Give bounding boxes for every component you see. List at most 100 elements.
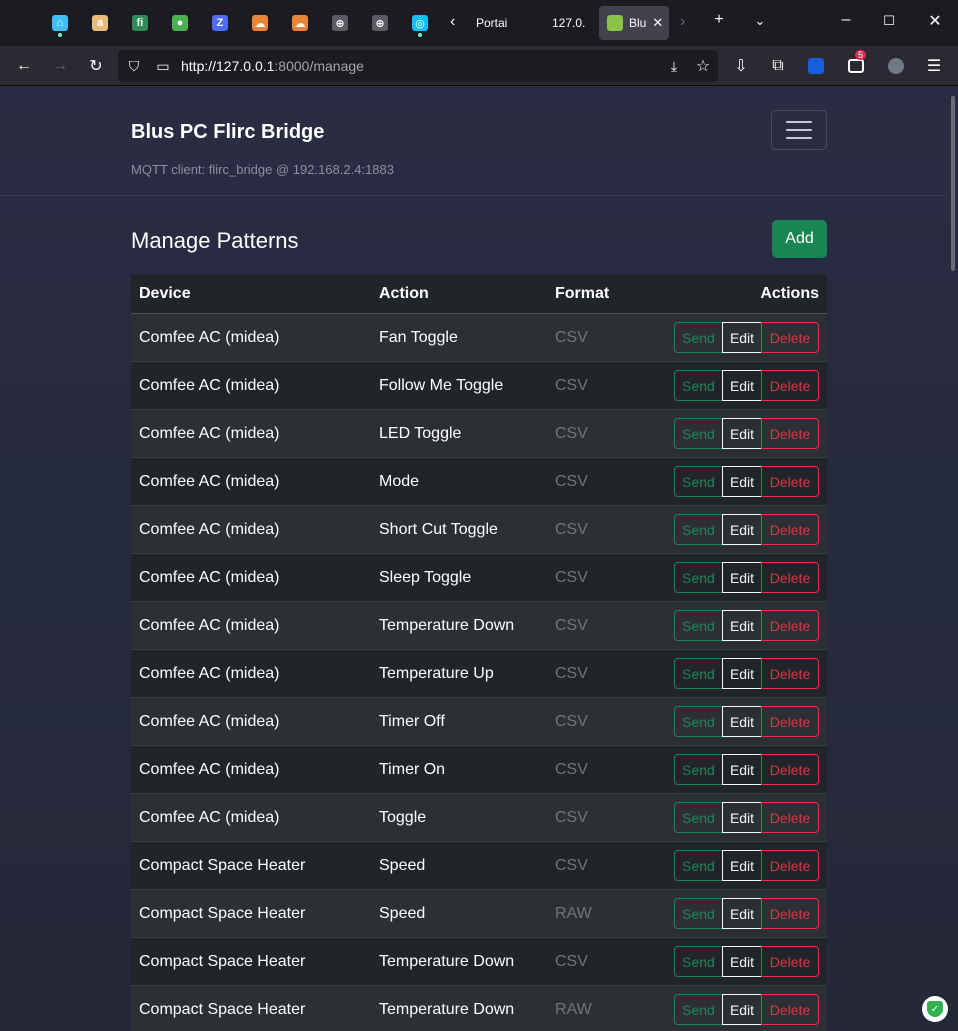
pinned-tab[interactable]: Z: [206, 9, 234, 37]
pinned-tab[interactable]: ●: [166, 9, 194, 37]
cloud-icon: ☁: [252, 15, 268, 31]
send-button[interactable]: Send: [674, 706, 723, 737]
menu-icon[interactable]: ☰: [923, 55, 945, 77]
new-tab-icon[interactable]: +: [709, 11, 729, 29]
pinned-tab[interactable]: ☁: [246, 9, 274, 37]
forward-icon[interactable]: →: [49, 55, 71, 77]
pinned-tab[interactable]: fi: [126, 9, 154, 37]
edit-button[interactable]: Edit: [722, 994, 762, 1025]
downloads-icon[interactable]: ⇩: [730, 55, 752, 77]
add-pattern-button[interactable]: Add: [772, 220, 827, 258]
pinned-tab[interactable]: ⊕: [326, 9, 354, 37]
edit-button[interactable]: Edit: [722, 514, 762, 545]
delete-button[interactable]: Delete: [761, 658, 819, 689]
edit-button[interactable]: Edit: [722, 658, 762, 689]
send-button[interactable]: Send: [674, 562, 723, 593]
delete-button[interactable]: Delete: [761, 898, 819, 929]
shield-icon[interactable]: ⛉: [123, 55, 145, 77]
home-assistant-icon: ⌂: [52, 15, 68, 31]
navbar-toggle-button[interactable]: [771, 110, 827, 150]
extensions-icon[interactable]: ⧉: [767, 55, 789, 77]
send-button[interactable]: Send: [674, 418, 723, 449]
edit-button[interactable]: Edit: [722, 418, 762, 449]
send-button[interactable]: Send: [674, 946, 723, 977]
send-button[interactable]: Send: [674, 850, 723, 881]
tab-scroll-right-icon[interactable]: ›: [680, 13, 685, 31]
edit-button[interactable]: Edit: [722, 610, 762, 641]
delete-button[interactable]: Delete: [761, 418, 819, 449]
delete-button[interactable]: Delete: [761, 322, 819, 353]
edit-button[interactable]: Edit: [722, 850, 762, 881]
delete-button[interactable]: Delete: [761, 370, 819, 401]
tab-portainer[interactable]: Portai: [468, 6, 542, 40]
delete-button[interactable]: Delete: [761, 802, 819, 833]
url-bar[interactable]: ⛉ ▭ http://127.0.0.1:8000/manage ⤓ ☆: [118, 50, 718, 82]
send-button[interactable]: Send: [674, 754, 723, 785]
delete-button[interactable]: Delete: [761, 850, 819, 881]
scrollbar-thumb[interactable]: [951, 96, 955, 271]
send-button[interactable]: Send: [674, 658, 723, 689]
tab-localhost[interactable]: 127.0.: [544, 6, 596, 40]
cell-action: Temperature Down: [379, 952, 515, 970]
cell-format: CSV: [555, 712, 588, 730]
mqtt-status: MQTT client: flirc_bridge @ 192.168.2.4:…: [131, 162, 394, 177]
send-button[interactable]: Send: [674, 994, 723, 1025]
delete-button[interactable]: Delete: [761, 994, 819, 1025]
fi-icon: fi: [132, 15, 148, 31]
tab-close-icon[interactable]: ✕: [652, 15, 663, 31]
back-icon[interactable]: ←: [13, 55, 35, 77]
extension-badge-icon[interactable]: 5: [845, 50, 867, 77]
edit-button[interactable]: Edit: [722, 706, 762, 737]
maximize-icon[interactable]: ☐: [879, 13, 899, 29]
send-button[interactable]: Send: [674, 610, 723, 641]
close-window-icon[interactable]: ✕: [925, 11, 945, 31]
edit-button[interactable]: Edit: [722, 466, 762, 497]
table-row: Compact Space Heater Speed CSV Send Edit Dele…: [131, 842, 827, 890]
pinned-tab[interactable]: ◎: [406, 9, 434, 37]
edit-button[interactable]: Edit: [722, 754, 762, 785]
pinned-tab[interactable]: ⊕: [366, 9, 394, 37]
cell-device: Compact Space Heater: [139, 856, 306, 874]
send-button[interactable]: Send: [674, 466, 723, 497]
delete-button[interactable]: Delete: [761, 754, 819, 785]
edit-button[interactable]: Edit: [722, 370, 762, 401]
edit-button[interactable]: Edit: [722, 898, 762, 929]
tab-scroll-left-icon[interactable]: ‹: [450, 13, 455, 31]
page-info-icon[interactable]: ▭: [152, 55, 174, 77]
send-button[interactable]: Send: [674, 322, 723, 353]
send-button[interactable]: Send: [674, 514, 723, 545]
edit-button[interactable]: Edit: [722, 322, 762, 353]
reload-icon[interactable]: ↻: [85, 55, 107, 77]
delete-button[interactable]: Delete: [761, 706, 819, 737]
adblock-shield-icon[interactable]: ✓: [922, 996, 948, 1022]
profile-icon[interactable]: [885, 55, 907, 77]
pinned-tab[interactable]: a: [86, 9, 114, 37]
cell-device: Compact Space Heater: [139, 904, 306, 922]
edit-button[interactable]: Edit: [722, 802, 762, 833]
cell-format: CSV: [555, 328, 588, 346]
cell-format: RAW: [555, 904, 592, 922]
send-button[interactable]: Send: [674, 802, 723, 833]
tab-blus-active[interactable]: Blu ✕: [599, 6, 669, 40]
delete-button[interactable]: Delete: [761, 466, 819, 497]
pinned-tab[interactable]: ⌂: [46, 9, 74, 37]
brand-title[interactable]: Blus PC Flirc Bridge: [131, 121, 324, 144]
delete-button[interactable]: Delete: [761, 562, 819, 593]
list-all-tabs-icon[interactable]: ⌄: [750, 13, 770, 29]
install-icon[interactable]: ⤓: [663, 55, 685, 77]
send-button[interactable]: Send: [674, 898, 723, 929]
url-text[interactable]: http://127.0.0.1:8000/manage: [181, 58, 364, 74]
edit-button[interactable]: Edit: [722, 946, 762, 977]
browser-nav-bar: ← → ↻ ⛉ ▭ http://127.0.0.1:8000/manage ⤓…: [0, 46, 958, 86]
delete-button[interactable]: Delete: [761, 946, 819, 977]
send-button[interactable]: Send: [674, 370, 723, 401]
bitwarden-icon[interactable]: [805, 55, 827, 77]
bookmark-star-icon[interactable]: ☆: [692, 55, 714, 77]
delete-button[interactable]: Delete: [761, 610, 819, 641]
cell-actions: Send Edit Delete: [655, 946, 827, 977]
page-scrollbar[interactable]: [946, 86, 958, 1031]
pinned-tab[interactable]: ☁: [286, 9, 314, 37]
edit-button[interactable]: Edit: [722, 562, 762, 593]
delete-button[interactable]: Delete: [761, 514, 819, 545]
minimize-icon[interactable]: –: [836, 11, 856, 29]
